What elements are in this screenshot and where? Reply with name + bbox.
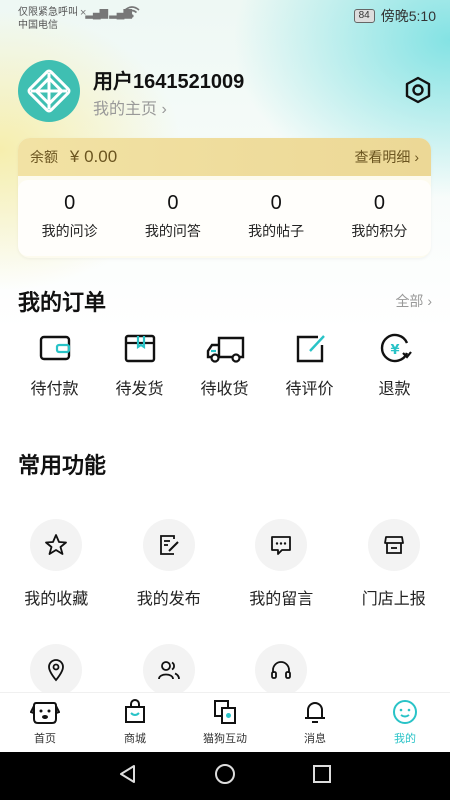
my-homepage-link[interactable]: 我的主页 ›: [93, 95, 167, 119]
avatar[interactable]: [18, 60, 80, 122]
order-label: 待收货: [200, 381, 249, 398]
svg-text:¥: ¥: [390, 343, 399, 358]
tab-label: 商城: [124, 733, 146, 745]
recents-icon[interactable]: [311, 763, 333, 790]
stat-value: 0: [64, 192, 76, 214]
stat-value: 0: [270, 192, 282, 214]
home-icon[interactable]: [214, 763, 236, 790]
note-edit-icon: [142, 519, 195, 571]
order-pending-receipt[interactable]: 待收货: [182, 333, 267, 403]
feature-users[interactable]: [113, 644, 226, 696]
tab-home[interactable]: 首页: [0, 693, 90, 752]
stat-value: 0: [373, 192, 385, 214]
stat-points[interactable]: 0 我的积分: [328, 180, 431, 256]
location-icon: [30, 644, 83, 696]
back-icon[interactable]: [117, 763, 139, 790]
stats-row: 0 我的问诊 0 我的问答 0 我的帖子 0 我的积分: [18, 180, 431, 256]
order-pending-payment[interactable]: 待付款: [12, 333, 97, 403]
dog-face-icon: [0, 699, 90, 725]
feature-favorites[interactable]: 我的收藏: [0, 519, 113, 609]
order-pending-review[interactable]: 待评价: [267, 333, 352, 403]
edit-icon: [290, 333, 330, 365]
status-bar: 仅限紧急呼叫 中国电信 ×▂▄▆ ▂▄▆ 84 傍晚5:10: [0, 0, 450, 32]
tab-profile[interactable]: 我的: [360, 693, 450, 752]
stat-label: 我的积分: [351, 223, 408, 239]
bell-icon: [270, 699, 360, 725]
orders-title: 我的订单: [18, 290, 107, 315]
stat-consultations[interactable]: 0 我的问诊: [18, 180, 121, 256]
stat-questions[interactable]: 0 我的问答: [121, 180, 224, 256]
features-row-2: [0, 644, 450, 696]
view-details-link[interactable]: 查看明细 ›: [354, 147, 419, 167]
store-icon: [367, 519, 420, 571]
star-icon: [30, 519, 83, 571]
system-nav-bar: [0, 752, 450, 800]
all-orders-link[interactable]: 全部 ›: [395, 291, 432, 311]
order-label: 待发货: [115, 381, 164, 398]
stat-posts[interactable]: 0 我的帖子: [225, 180, 328, 256]
feature-my-posts[interactable]: 我的发布: [113, 519, 226, 609]
feature-location[interactable]: [0, 644, 113, 696]
balance-bar: 余额 ¥ 0.00 查看明细 ›: [18, 138, 431, 176]
carrier-name: 中国电信: [18, 20, 58, 31]
bottom-tab-bar: 首页 商城 猫狗互动 消息 我的: [0, 692, 450, 752]
order-pending-shipment[interactable]: 待发货: [97, 333, 182, 403]
features-row-1: 我的收藏 我的发布 我的留言 门店上报: [0, 519, 450, 609]
feature-store-report[interactable]: 门店上报: [338, 519, 450, 609]
tab-label: 消息: [304, 733, 326, 745]
wallet-card: 余额 ¥ 0.00 查看明细 › 0 我的问诊 0 我的问答 0 我的帖子 0 …: [18, 138, 431, 258]
knot-logo-icon: [27, 69, 71, 113]
orders-row: 待付款 待发货 待收货 待评价 ¥ 退款: [0, 333, 450, 403]
order-label: 待付款: [30, 381, 79, 398]
username: 用户1641521009: [93, 71, 245, 93]
stat-label: 我的帖子: [248, 223, 305, 239]
tab-shop[interactable]: 商城: [90, 693, 180, 752]
feature-label: 我的收藏: [24, 591, 89, 608]
shopping-bag-icon: [90, 699, 180, 725]
package-icon: [120, 333, 160, 365]
tab-label: 猫狗互动: [203, 733, 247, 745]
wallet-icon: [35, 333, 75, 365]
message-icon: [255, 519, 308, 571]
tab-messages[interactable]: 消息: [270, 693, 360, 752]
stat-value: 0: [167, 192, 179, 214]
stat-label: 我的问诊: [41, 223, 98, 239]
refund-icon: ¥: [375, 333, 415, 365]
headset-icon: [255, 644, 308, 696]
order-label: 待评价: [285, 381, 334, 398]
stat-label: 我的问答: [144, 223, 201, 239]
order-refund[interactable]: ¥ 退款: [352, 333, 437, 403]
balance-label: 余额: [30, 149, 58, 165]
balance-value: ¥ 0.00: [69, 147, 118, 166]
battery-indicator: 84: [353, 9, 375, 23]
feature-support[interactable]: [225, 644, 338, 696]
interaction-icon: [180, 699, 270, 725]
order-label: 退款: [378, 381, 411, 398]
feature-label: 我的发布: [136, 591, 201, 608]
feature-label: 门店上报: [361, 591, 426, 608]
clock: 傍晚5:10: [380, 8, 436, 24]
feature-messages[interactable]: 我的留言: [225, 519, 338, 609]
wifi-icon: [124, 6, 140, 21]
truck-icon: [205, 333, 245, 365]
feature-label: 我的留言: [249, 591, 314, 608]
tab-pet-interaction[interactable]: 猫狗互动: [180, 693, 270, 752]
tab-label: 首页: [34, 733, 56, 745]
users-icon: [142, 644, 195, 696]
profile-face-icon: [360, 699, 450, 725]
settings-icon[interactable]: [404, 76, 432, 104]
tab-label: 我的: [394, 733, 416, 745]
features-title: 常用功能: [18, 453, 107, 478]
